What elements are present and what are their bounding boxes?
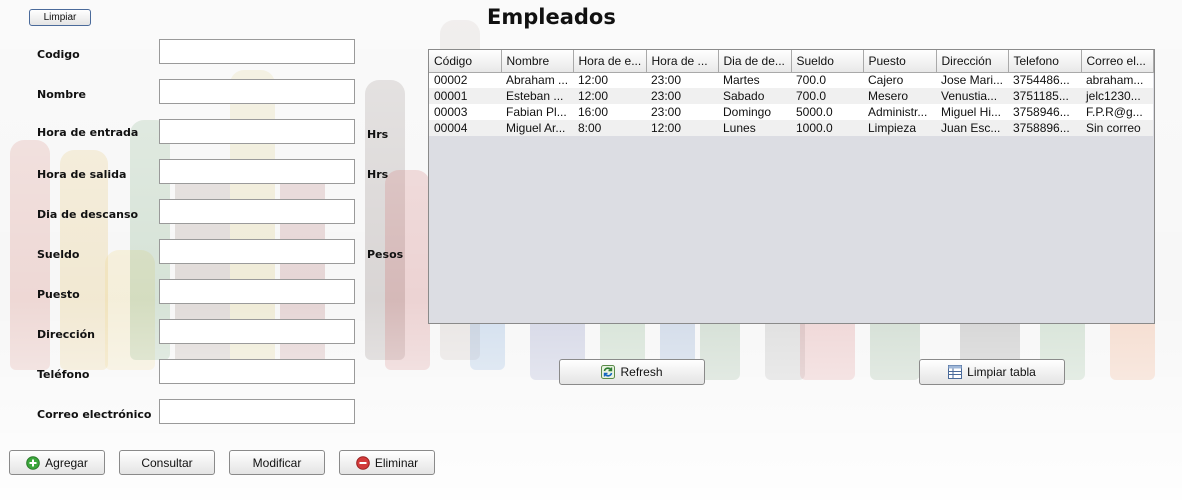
table-cell: Fabian Pl... bbox=[501, 104, 573, 120]
table-cell: Domingo bbox=[718, 104, 791, 120]
table-cell: Cajero bbox=[863, 72, 936, 88]
puesto-input[interactable] bbox=[159, 279, 355, 304]
table-cell: 23:00 bbox=[646, 72, 718, 88]
table-cell: jelc1230... bbox=[1081, 88, 1153, 104]
label-dia-descanso: Dia de descanso bbox=[37, 208, 139, 221]
table-cell: Administr... bbox=[863, 104, 936, 120]
table-cell: 8:00 bbox=[573, 120, 646, 136]
hora-entrada-input[interactable] bbox=[159, 119, 355, 144]
table-cell: F.P.R@g... bbox=[1081, 104, 1153, 120]
label-sueldo: Sueldo bbox=[37, 248, 80, 261]
table-cell: 23:00 bbox=[646, 88, 718, 104]
modify-button[interactable]: Modificar bbox=[229, 450, 325, 475]
label-nombre: Nombre bbox=[37, 88, 86, 101]
column-header[interactable]: Nombre bbox=[501, 50, 574, 73]
table-cell: Abraham ... bbox=[501, 72, 573, 88]
table-cell: 00002 bbox=[429, 72, 501, 88]
column-header[interactable]: Código bbox=[429, 50, 502, 73]
table-cell: Mesero bbox=[863, 88, 936, 104]
table-cell: Jose Mari... bbox=[936, 72, 1008, 88]
sueldo-unit: Pesos bbox=[367, 248, 404, 261]
table-cell: Miguel Hi... bbox=[936, 104, 1008, 120]
table-row[interactable]: 00002 Abraham ... 12:00 23:00 Martes 700… bbox=[429, 72, 1153, 88]
table-cell: Sin correo bbox=[1081, 120, 1153, 136]
direccion-input[interactable] bbox=[159, 319, 355, 344]
table-cell: 700.0 bbox=[791, 72, 863, 88]
table-cell: Martes bbox=[718, 72, 791, 88]
column-header[interactable]: Correo el... bbox=[1081, 50, 1154, 73]
table-cell: 00004 bbox=[429, 120, 501, 136]
refresh-icon bbox=[601, 365, 616, 379]
employees-table[interactable]: Código Nombre Hora de e... Hora de ... D… bbox=[428, 49, 1155, 324]
label-codigo: Codigo bbox=[37, 48, 80, 61]
delete-button[interactable]: Eliminar bbox=[339, 450, 435, 475]
table-row[interactable]: 00003 Fabian Pl... 16:00 23:00 Domingo 5… bbox=[429, 104, 1153, 120]
table-cell: 1000.0 bbox=[791, 120, 863, 136]
table-cell: Sabado bbox=[718, 88, 791, 104]
telefono-input[interactable] bbox=[159, 359, 355, 384]
column-header[interactable]: Hora de ... bbox=[646, 50, 719, 73]
table-cell: 3754486... bbox=[1008, 72, 1081, 88]
nombre-input[interactable] bbox=[159, 79, 355, 104]
table-cell: Venustia... bbox=[936, 88, 1008, 104]
table-cell: 700.0 bbox=[791, 88, 863, 104]
table-cell: 3758946... bbox=[1008, 104, 1081, 120]
hora-salida-input[interactable] bbox=[159, 159, 355, 184]
column-header[interactable]: Dirección bbox=[936, 50, 1009, 73]
add-button[interactable]: Agregar bbox=[9, 450, 105, 475]
table-row[interactable]: 00001 Esteban ... 12:00 23:00 Sabado 700… bbox=[429, 88, 1153, 104]
add-label: Agregar bbox=[45, 455, 88, 470]
clear-table-button[interactable]: Limpiar tabla bbox=[919, 359, 1065, 385]
table-cell: 16:00 bbox=[573, 104, 646, 120]
table-cell: 5000.0 bbox=[791, 104, 863, 120]
table-cell: Juan Esc... bbox=[936, 120, 1008, 136]
clear-table-label: Limpiar tabla bbox=[967, 365, 1036, 379]
table-cell: 3751185... bbox=[1008, 88, 1081, 104]
codigo-input[interactable] bbox=[159, 39, 355, 64]
dia-descanso-input[interactable] bbox=[159, 199, 355, 224]
label-correo: Correo electrónico bbox=[37, 408, 152, 421]
table-icon bbox=[948, 365, 963, 379]
label-direccion: Dirección bbox=[37, 328, 95, 341]
refresh-label: Refresh bbox=[620, 365, 663, 379]
table-cell: Limpieza bbox=[863, 120, 936, 136]
correo-input[interactable] bbox=[159, 399, 355, 424]
label-puesto: Puesto bbox=[37, 288, 80, 301]
table-cell: Esteban ... bbox=[501, 88, 573, 104]
label-hora-salida: Hora de salida bbox=[37, 168, 127, 181]
label-hora-entrada: Hora de entrada bbox=[37, 126, 139, 139]
table-header-row: Código Nombre Hora de e... Hora de ... D… bbox=[429, 50, 1154, 73]
delete-label: Eliminar bbox=[374, 455, 419, 470]
table-row[interactable]: 00004 Miguel Ar... 8:00 12:00 Lunes 1000… bbox=[429, 120, 1153, 136]
label-telefono: Teléfono bbox=[37, 368, 90, 381]
query-button[interactable]: Consultar bbox=[119, 450, 215, 475]
clear-form-button[interactable]: Limpiar bbox=[29, 9, 91, 26]
sueldo-input[interactable] bbox=[159, 239, 355, 264]
refresh-button[interactable]: Refresh bbox=[559, 359, 705, 385]
column-header[interactable]: Telefono bbox=[1008, 50, 1082, 73]
table-cell: 23:00 bbox=[646, 104, 718, 120]
table-cell: 12:00 bbox=[573, 72, 646, 88]
table-cell: 12:00 bbox=[573, 88, 646, 104]
table-cell: 3758896... bbox=[1008, 120, 1081, 136]
page-title: Empleados bbox=[487, 5, 616, 29]
column-header[interactable]: Hora de e... bbox=[573, 50, 647, 73]
table-cell: 12:00 bbox=[646, 120, 718, 136]
table-cell: Lunes bbox=[718, 120, 791, 136]
column-header[interactable]: Dia de de... bbox=[718, 50, 792, 73]
column-header[interactable]: Puesto bbox=[863, 50, 937, 73]
column-header[interactable]: Sueldo bbox=[791, 50, 864, 73]
hora-entrada-unit: Hrs bbox=[367, 128, 389, 141]
table-cell: 00001 bbox=[429, 88, 501, 104]
plus-circle-icon bbox=[26, 455, 40, 470]
minus-circle-icon bbox=[356, 455, 370, 470]
hora-salida-unit: Hrs bbox=[367, 168, 389, 181]
table-cell: Miguel Ar... bbox=[501, 120, 573, 136]
table-cell: abraham... bbox=[1081, 72, 1153, 88]
table-cell: 00003 bbox=[429, 104, 501, 120]
